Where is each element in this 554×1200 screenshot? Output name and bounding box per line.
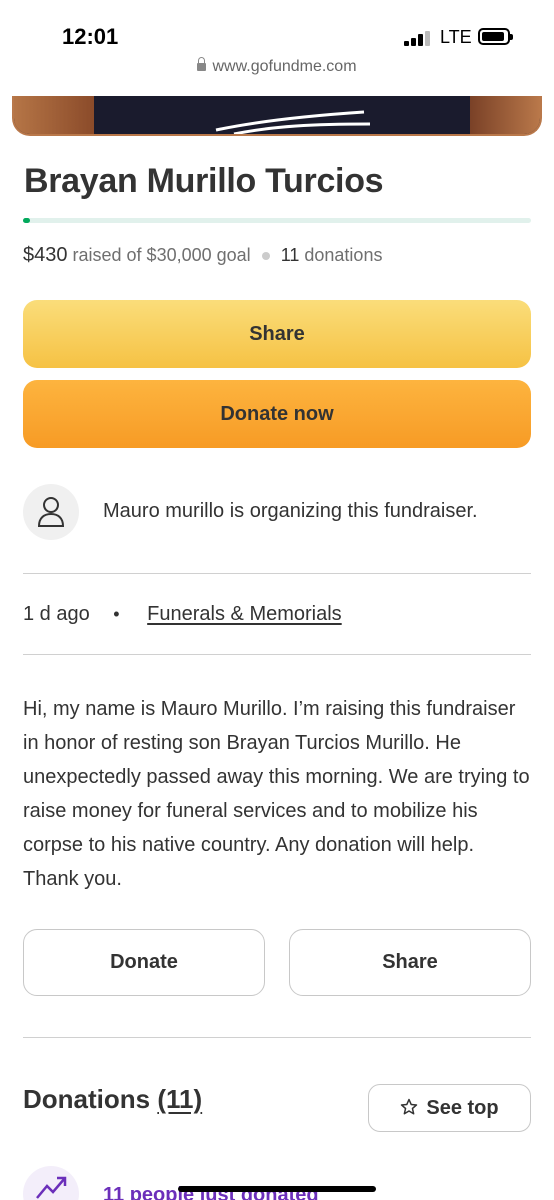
recent-donations-row[interactable]: 11 people just donated: [23, 1166, 531, 1200]
lock-icon: [197, 57, 207, 71]
status-time: 12:01: [62, 24, 119, 49]
see-top-button[interactable]: See top: [368, 1084, 531, 1132]
divider: [23, 573, 531, 574]
campaign-stats: $430 raised of $30,000 goal 11 donations: [23, 244, 382, 267]
donations-label: donations: [304, 245, 383, 265]
donate-now-button[interactable]: Donate now: [23, 380, 531, 448]
donations-heading: Donations (11): [23, 1084, 202, 1115]
donations-heading-count[interactable]: (11): [157, 1084, 202, 1114]
divider: [23, 654, 531, 655]
see-top-label: See top: [426, 1096, 499, 1119]
share-button[interactable]: Share: [23, 300, 531, 368]
signal-icon: [404, 30, 434, 46]
network-type: LTE: [440, 27, 472, 47]
divider: [23, 1037, 531, 1038]
organizer-text: Mauro murillo is organizing this fundrai…: [103, 500, 478, 522]
battery-icon: [478, 28, 513, 45]
star-icon: [401, 1098, 418, 1114]
progress-bar: [23, 218, 531, 223]
trending-up-icon: [36, 1176, 67, 1199]
recent-donations-badge: [23, 1166, 79, 1200]
donations-heading-label: Donations: [23, 1084, 151, 1114]
donations-count: 11: [280, 245, 300, 265]
campaign-story: Hi, my name is Mauro Murillo. I’m raisin…: [23, 698, 530, 890]
url-bar[interactable]: www.gofundme.com: [0, 57, 554, 82]
status-bar: 12:01 LTE: [0, 0, 554, 56]
url-text: www.gofundme.com: [212, 58, 357, 75]
meta-separator: •: [113, 604, 120, 624]
stats-separator: [261, 252, 270, 261]
amount-raised: $430: [23, 244, 68, 266]
home-indicator: [178, 1186, 376, 1192]
progress-fill: [23, 218, 31, 223]
organizer-row: Mauro murillo is organizing this fundrai…: [23, 484, 531, 540]
campaign-photo: [12, 96, 542, 136]
campaign-meta: 1 d ago • Funerals & Memorials: [23, 603, 342, 626]
avatar: [23, 484, 79, 540]
campaign-title: Brayan Murillo Turcios: [24, 162, 384, 200]
created-age: 1 d ago: [23, 603, 90, 625]
user-icon: [37, 497, 65, 527]
donate-button[interactable]: Donate: [23, 929, 265, 996]
share-button-secondary[interactable]: Share: [289, 929, 531, 996]
category-link[interactable]: Funerals & Memorials: [147, 603, 342, 625]
goal-text: raised of $30,000 goal: [72, 245, 251, 265]
